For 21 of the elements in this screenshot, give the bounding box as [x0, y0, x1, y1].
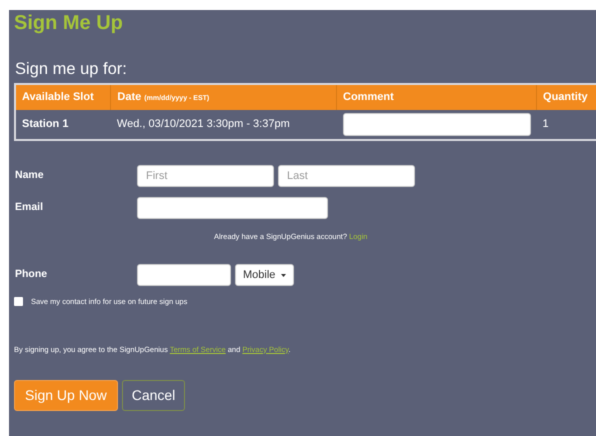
field-label: Email	[14, 200, 44, 216]
column-header: Comment	[336, 84, 537, 110]
table-cell: Station 1	[15, 110, 111, 140]
phone-field[interactable]	[137, 264, 231, 286]
first-name-field[interactable]: First	[137, 165, 274, 187]
field-label: Phone	[14, 267, 48, 282]
section-heading: Sign me up for:	[15, 59, 128, 80]
table-cell: Wed., 03/10/2021 3:30pm - 3:37pm	[110, 110, 337, 140]
caret-icon	[281, 274, 286, 277]
column-header: Quantity	[536, 84, 596, 110]
comment-field[interactable]	[342, 113, 531, 136]
table-cell: 1	[536, 110, 596, 140]
column-header: Available Slot	[15, 84, 111, 110]
sign-up-button[interactable]: Sign Up Now	[14, 380, 118, 411]
page-title: Sign Me Up	[14, 11, 124, 36]
field-label: Name	[14, 168, 45, 184]
email-field[interactable]	[137, 197, 328, 219]
checkbox[interactable]	[14, 297, 23, 306]
cancel-button[interactable]: Cancel	[122, 380, 186, 411]
phone-type-select[interactable]: Mobile	[235, 264, 294, 286]
last-name-field[interactable]: Last	[278, 165, 415, 187]
